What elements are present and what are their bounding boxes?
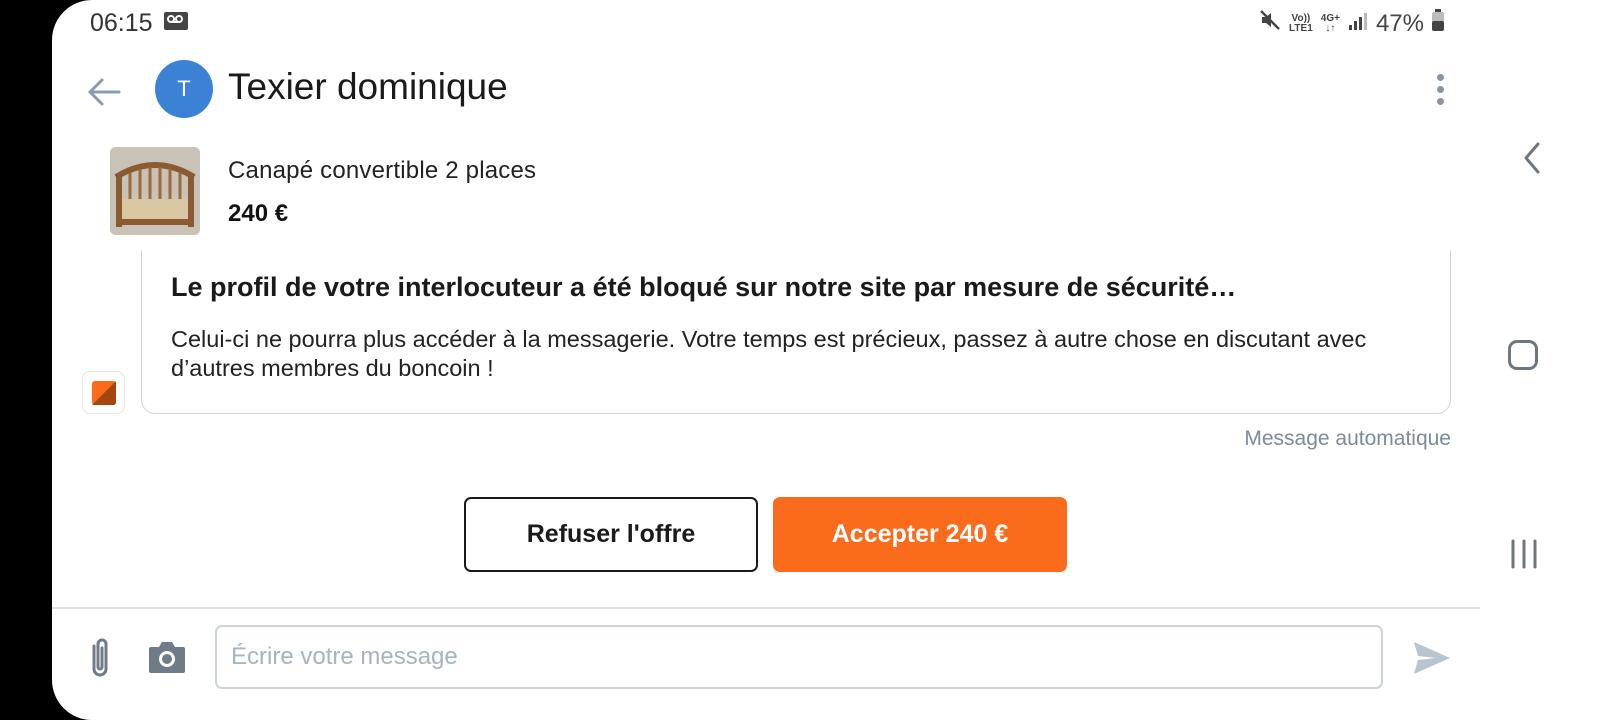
listing-price: 240 € <box>228 200 289 227</box>
system-back-button[interactable] <box>1518 140 1548 176</box>
contact-name[interactable]: Texier dominique <box>228 66 508 108</box>
accept-offer-button[interactable]: Accepter 240 € <box>773 497 1067 572</box>
app-screen: 06:15 Vo)) LTE1 4G+ ↓↑ 47% T Texier domin… <box>52 0 1480 720</box>
camera-icon <box>149 642 185 673</box>
system-message-title: Le profil de votre interlocuteur a été b… <box>171 272 1237 302</box>
arrow-left-icon <box>88 78 121 106</box>
send-icon <box>1414 642 1450 674</box>
composer-divider <box>52 607 1480 609</box>
back-button[interactable] <box>84 72 124 112</box>
mute-icon <box>1259 9 1281 38</box>
listing-thumbnail[interactable] <box>110 147 200 235</box>
status-indicators: Vo)) LTE1 4G+ ↓↑ 47% <box>1259 9 1444 38</box>
system-navigation-bar <box>1480 0 1600 720</box>
volte-indicator: Vo)) LTE1 <box>1289 12 1313 34</box>
avatar[interactable]: T <box>155 60 213 118</box>
voicemail-icon <box>164 12 188 35</box>
system-message-body: Celui-ci ne pourra plus accéder à la mes… <box>171 326 1367 381</box>
network-type-indicator: 4G+ ↓↑ <box>1320 12 1340 34</box>
system-message-card: Le profil de votre interlocuteur a été b… <box>141 250 1451 414</box>
send-button[interactable] <box>1410 636 1454 680</box>
battery-level: 47% <box>1375 9 1424 37</box>
recents-icon <box>1511 539 1537 569</box>
message-input[interactable] <box>215 625 1383 689</box>
leboncoin-logo-icon <box>82 371 125 414</box>
attach-button[interactable] <box>82 636 118 680</box>
battery-icon <box>1432 9 1444 38</box>
paperclip-icon <box>92 638 108 677</box>
refuse-offer-button[interactable]: Refuser l'offre <box>464 497 758 572</box>
listing-title[interactable]: Canapé convertible 2 places <box>228 157 536 185</box>
system-recents-button[interactable] <box>1509 539 1539 569</box>
camera-button[interactable] <box>147 639 187 675</box>
more-options-button[interactable] <box>1428 68 1452 110</box>
status-time: 06:15 <box>90 9 153 37</box>
signal-icon <box>1348 10 1368 38</box>
automatic-message-label: Message automatique <box>1244 427 1451 450</box>
chevron-left-icon <box>1524 142 1540 174</box>
system-home-button[interactable] <box>1508 340 1538 370</box>
more-vert-icon <box>1436 73 1444 81</box>
